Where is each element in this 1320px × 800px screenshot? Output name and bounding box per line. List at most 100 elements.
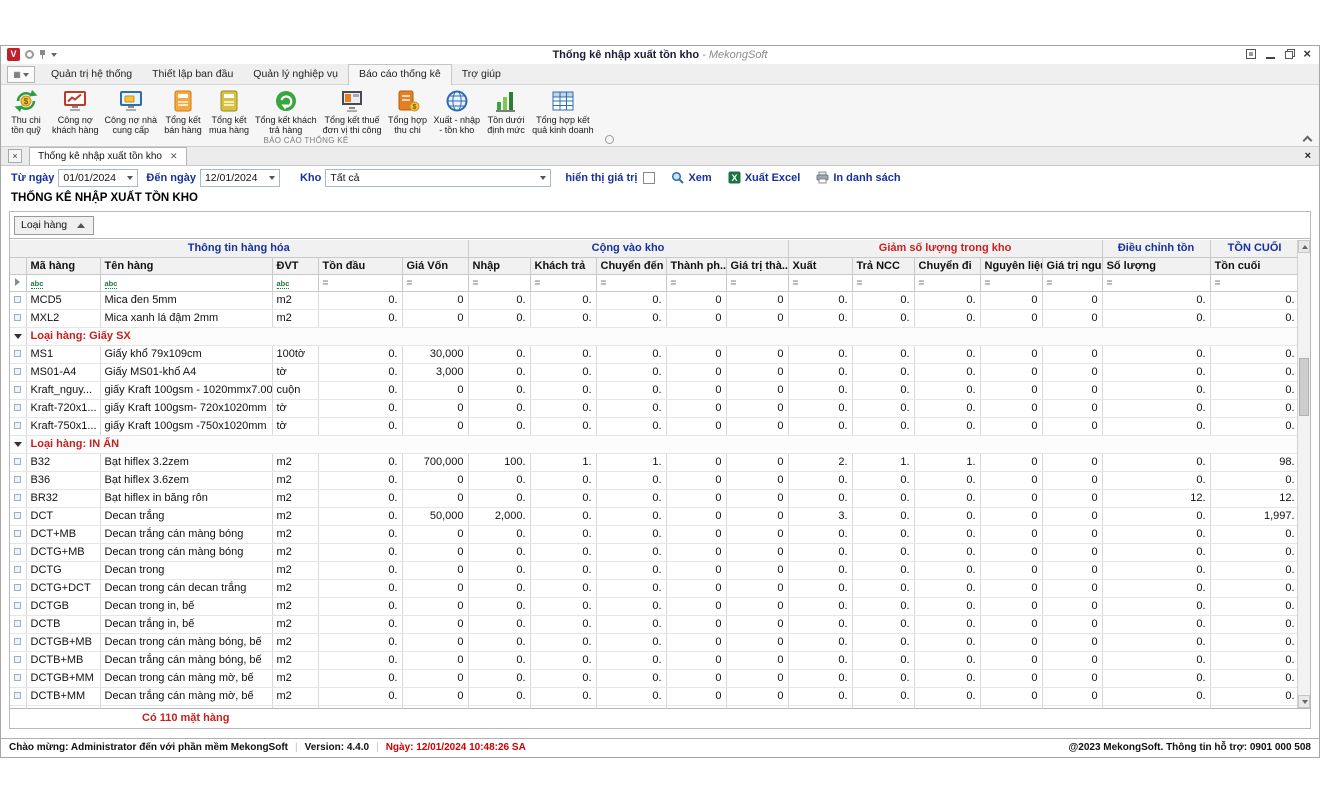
column-header-1[interactable]: Mã hàng bbox=[26, 257, 100, 274]
filter-cell-2[interactable]: abc bbox=[100, 274, 272, 291]
restore-icon[interactable] bbox=[1285, 51, 1293, 59]
table-row[interactable]: DCTG+DCTDecan trong cán decan trắngm20.0… bbox=[10, 579, 1297, 597]
chevron-down-icon[interactable] bbox=[269, 176, 275, 180]
ribbon-tab-5[interactable]: Trợ giúp bbox=[452, 65, 511, 84]
column-header-16[interactable]: Số lượng bbox=[1102, 257, 1210, 274]
filter-cell-6[interactable]: = bbox=[468, 274, 530, 291]
table-row[interactable]: Kraft-750x1...giấy Kraft 100gsm -750x102… bbox=[10, 417, 1297, 435]
ribbon-button-money-cycle[interactable]: $Thu chi tồn quỹ bbox=[3, 87, 49, 136]
scroll-up-icon[interactable] bbox=[1298, 240, 1310, 253]
filter-cell-3[interactable]: abc bbox=[272, 274, 318, 291]
column-header-3[interactable]: ĐVT bbox=[272, 257, 318, 274]
ribbon-button-purchase-summary[interactable]: Tổng kết mua hàng bbox=[206, 87, 252, 136]
table-row[interactable]: DCTGDecan trongm20.00.0.0.000.0.0.000.0. bbox=[10, 561, 1297, 579]
collapse-group-icon[interactable] bbox=[14, 334, 22, 339]
ribbon-button-min-stock[interactable]: Tồn dưới định mức bbox=[483, 87, 529, 136]
table-row[interactable]: MS1Giấy khổ 79x109cm100tờ0.30,0000.0.0.0… bbox=[10, 345, 1297, 363]
filter-cell-8[interactable]: = bbox=[596, 274, 666, 291]
document-tab[interactable]: Thống kê nhập xuất tồn kho ✕ bbox=[29, 147, 187, 165]
table-row[interactable]: DCTG+MBDecan trong cán màng bóngm20.00.0… bbox=[10, 543, 1297, 561]
table-row[interactable]: DCTB+MBDecan trắng cán màng bóng, bếm20.… bbox=[10, 651, 1297, 669]
filter-cell-9[interactable]: = bbox=[666, 274, 726, 291]
filter-cell-14[interactable]: = bbox=[980, 274, 1042, 291]
column-header-17[interactable]: Tồn cuối bbox=[1210, 257, 1297, 274]
table-row[interactable]: BR32Bạt hiflex in băng rônm20.00.0.0.000… bbox=[10, 489, 1297, 507]
filter-cell-4[interactable]: = bbox=[318, 274, 402, 291]
application-menu-button[interactable]: ▦ bbox=[7, 66, 35, 83]
tab-close-icon[interactable]: ✕ bbox=[170, 151, 178, 162]
collapse-group-icon[interactable] bbox=[14, 442, 22, 447]
column-header-4[interactable]: Tồn đầu bbox=[318, 257, 402, 274]
scrollbar-thumb[interactable] bbox=[1299, 358, 1309, 416]
ribbon-button-income-expense[interactable]: $Tổng hợp thu chi bbox=[385, 87, 431, 136]
export-excel-button[interactable]: X Xuất Excel bbox=[728, 171, 801, 184]
show-value-checkbox[interactable] bbox=[643, 172, 655, 184]
column-header-10[interactable]: Giá trị thà... bbox=[726, 257, 788, 274]
quick-access-caret-icon[interactable] bbox=[51, 53, 57, 57]
column-header-15[interactable]: Giá trị ngu... bbox=[1042, 257, 1102, 274]
filter-cell-13[interactable]: = bbox=[914, 274, 980, 291]
table-row[interactable]: B32Bạt hiflex 3.2zemm20.700,000100.1.1.0… bbox=[10, 453, 1297, 471]
warehouse-select[interactable]: Tất cả bbox=[325, 169, 551, 187]
filter-cell-10[interactable]: = bbox=[726, 274, 788, 291]
table-row[interactable]: MCD5Mica đen 5mmm20.00.0.0.000.0.0.000.0… bbox=[10, 291, 1297, 309]
view-button[interactable]: Xem bbox=[671, 171, 711, 184]
ribbon-button-supplier-debt[interactable]: Công nợ nhà cung cấp bbox=[102, 87, 160, 136]
chevron-down-icon[interactable] bbox=[540, 176, 546, 180]
table-row[interactable]: DCTGBDecan trong in, bếm20.00.0.0.000.0.… bbox=[10, 597, 1297, 615]
close-document-icon[interactable]: × bbox=[1305, 150, 1311, 162]
print-list-button[interactable]: In danh sách bbox=[816, 171, 900, 184]
filter-cell-11[interactable]: = bbox=[788, 274, 852, 291]
filter-cell-17[interactable]: = bbox=[1210, 274, 1297, 291]
ribbon-tab-3[interactable]: Quản lý nghiệp vụ bbox=[243, 65, 348, 84]
close-icon[interactable]: × bbox=[1303, 49, 1311, 59]
scroll-down-icon[interactable] bbox=[1298, 695, 1310, 708]
ribbon-button-customer-debt[interactable]: Công nợ khách hàng bbox=[49, 87, 102, 136]
record-icon[interactable] bbox=[25, 50, 34, 59]
filter-cell-15[interactable]: = bbox=[1042, 274, 1102, 291]
column-header-6[interactable]: Nhập bbox=[468, 257, 530, 274]
filter-cell-1[interactable]: abc bbox=[26, 274, 100, 291]
to-date-input[interactable]: 12/01/2024 bbox=[200, 169, 280, 187]
ribbon-tab-4[interactable]: Báo cáo thống kê bbox=[348, 64, 452, 85]
ribbon-button-business-result[interactable]: Tổng hợp kết quả kinh doanh bbox=[529, 87, 597, 136]
table-row[interactable]: Kraft_nguy...giấy Kraft 100gsm - 1020mmx… bbox=[10, 381, 1297, 399]
group-row[interactable]: Loại hàng: IN ẤN bbox=[10, 435, 1297, 453]
table-row[interactable]: DCTGB+MMDecan trong cán màng mờ, bếm20.0… bbox=[10, 669, 1297, 687]
column-header-11[interactable]: Xuất bbox=[788, 257, 852, 274]
filter-cell-16[interactable]: = bbox=[1102, 274, 1210, 291]
column-header-7[interactable]: Khách trả bbox=[530, 257, 596, 274]
vertical-scrollbar[interactable] bbox=[1297, 240, 1310, 708]
table-row[interactable]: MS01-A4Giấy MS01-khổ A4tờ0.3,0000.0.0.00… bbox=[10, 363, 1297, 381]
group-row[interactable]: Loại hàng: Giấy SX bbox=[10, 327, 1297, 345]
ribbon-button-inventory-io[interactable]: Xuất - nhập - tồn kho bbox=[431, 87, 484, 136]
minimize-icon[interactable] bbox=[1266, 49, 1275, 59]
ribbon-button-sales-summary[interactable]: Tổng kết bán hàng bbox=[160, 87, 206, 136]
table-row[interactable]: MXL2Mica xanh lá đậm 2mmm20.00.0.0.000.0… bbox=[10, 309, 1297, 327]
column-header-9[interactable]: Thành ph... bbox=[666, 257, 726, 274]
fit-screen-icon[interactable] bbox=[1246, 49, 1256, 59]
ribbon-tab-2[interactable]: Thiết lập ban đầu bbox=[142, 65, 243, 84]
table-row[interactable]: DCTGB+MBDecan trong cán màng bóng, bếm20… bbox=[10, 633, 1297, 651]
table-row[interactable]: DCTDecan trắngm20.50,0002,000.0.0.003.0.… bbox=[10, 507, 1297, 525]
column-header-14[interactable]: Nguyên liệu bbox=[980, 257, 1042, 274]
column-header-8[interactable]: Chuyển đến bbox=[596, 257, 666, 274]
table-row[interactable]: DCT+MBDecan trắng cán màng bóngm20.00.0.… bbox=[10, 525, 1297, 543]
table-row[interactable]: DCTB+MMDecan trắng cán màng mờ, bếm20.00… bbox=[10, 687, 1297, 705]
column-header-2[interactable]: Tên hàng bbox=[100, 257, 272, 274]
pin-icon[interactable] bbox=[39, 50, 46, 59]
column-header-12[interactable]: Trả NCC bbox=[852, 257, 914, 274]
dialog-launcher-icon[interactable] bbox=[605, 135, 614, 144]
filter-cell-5[interactable]: = bbox=[402, 274, 468, 291]
table-row[interactable]: B36Bạt hiflex 3.6zemm20.00.0.0.000.0.0.0… bbox=[10, 471, 1297, 489]
from-date-input[interactable]: 01/01/2024 bbox=[58, 169, 138, 187]
close-all-tabs-icon[interactable]: × bbox=[8, 149, 22, 163]
filter-cell-7[interactable]: = bbox=[530, 274, 596, 291]
filter-cell-12[interactable]: = bbox=[852, 274, 914, 291]
group-by-button[interactable]: Loại hàng bbox=[14, 216, 94, 235]
chevron-down-icon[interactable] bbox=[127, 176, 133, 180]
column-header-13[interactable]: Chuyển đi bbox=[914, 257, 980, 274]
ribbon-collapse-icon[interactable] bbox=[1303, 135, 1311, 143]
column-header-5[interactable]: Giá Vốn bbox=[402, 257, 468, 274]
table-row[interactable]: DCTBDecan trắng in, bếm20.00.0.0.000.0.0… bbox=[10, 615, 1297, 633]
